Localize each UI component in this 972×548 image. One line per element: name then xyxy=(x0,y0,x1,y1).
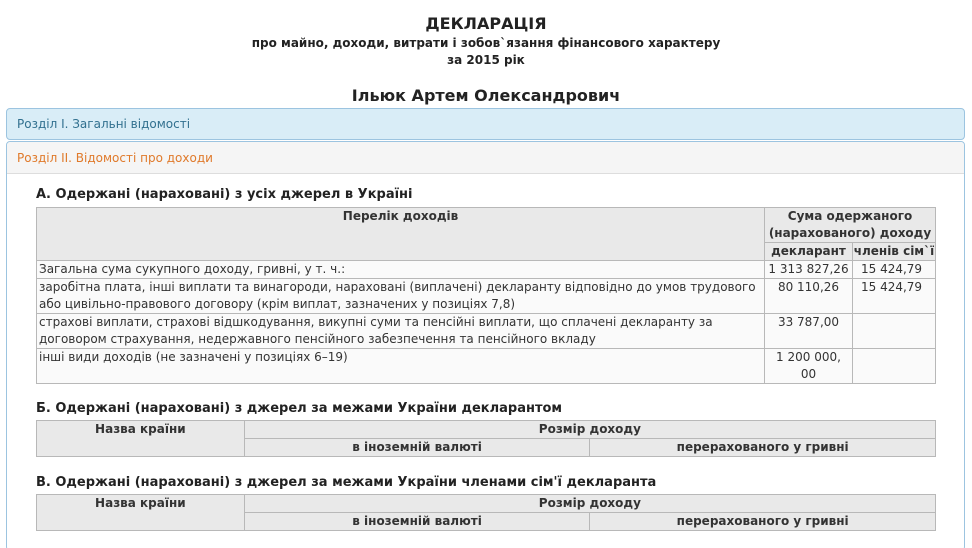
income-label: Загальна сума сукупного доходу, гривні, … xyxy=(35,260,766,279)
col-header-family: членів сім`ї xyxy=(851,242,937,261)
table-row: Загальна сума сукупного доходу, гривні, … xyxy=(35,260,937,279)
income-label: страхові виплати, страхові відшкодування… xyxy=(35,313,766,349)
col-header-income-sum: Сума одержаного (нарахованого) доходу xyxy=(764,207,936,243)
col-header-country: Назва країни xyxy=(36,494,245,531)
part-c-title: В. Одержані (нараховані) з джерел за меж… xyxy=(36,475,657,490)
income-family-value: 15 424,79 xyxy=(851,278,937,314)
declarant-name: Ільюк Артем Олександрович xyxy=(351,86,621,105)
document-subtitle: про майно, доходи, витрати і зобов`язанн… xyxy=(251,36,721,50)
income-abroad-declarant-table: Назва країни Розмір доходу в іноземній в… xyxy=(36,420,937,457)
income-declarant-value: 80 110,26 xyxy=(764,278,853,314)
document-year: за 2015 рік xyxy=(447,53,525,67)
col-header-income-list: Перелік доходів xyxy=(35,207,766,261)
col-header-foreign-currency: в іноземній валюті xyxy=(243,438,591,457)
col-header-country: Назва країни xyxy=(36,420,245,457)
income-abroad-family-table: Назва країни Розмір доходу в іноземній в… xyxy=(36,494,937,531)
income-family-value xyxy=(851,313,937,349)
income-declarant-value: 1 200 000, 00 xyxy=(764,348,853,384)
section-income-title[interactable]: Розділ ІІ. Відомості про доходи xyxy=(17,151,213,165)
income-declarant-value: 33 787,00 xyxy=(764,313,853,349)
section-general-panel[interactable]: Розділ І. Загальні відомості xyxy=(6,108,965,140)
col-header-declarant: декларант xyxy=(764,242,853,261)
col-header-foreign-currency: в іноземній валюті xyxy=(243,512,591,531)
income-family-value xyxy=(851,348,937,384)
part-a-title: А. Одержані (нараховані) з усіх джерел в… xyxy=(36,187,413,202)
part-b-title: Б. Одержані (нараховані) з джерел за меж… xyxy=(36,401,563,416)
income-ukraine-table: Перелік доходів Сума одержаного (нарахов… xyxy=(35,207,937,384)
income-label: заробітна плата, інші виплати та винагор… xyxy=(35,278,766,314)
income-label: інші види доходів (не зазначені у позиці… xyxy=(35,348,766,384)
table-row: страхові виплати, страхові відшкодування… xyxy=(35,313,937,349)
income-declarant-value: 1 313 827,26 xyxy=(764,260,853,279)
col-header-amount: Розмір доходу xyxy=(243,494,937,513)
table-row: інші види доходів (не зазначені у позиці… xyxy=(35,348,937,384)
section-income-header[interactable]: Розділ ІІ. Відомості про доходи xyxy=(7,142,964,174)
income-family-value: 15 424,79 xyxy=(851,260,937,279)
col-header-amount: Розмір доходу xyxy=(243,420,937,439)
document-title: ДЕКЛАРАЦІЯ xyxy=(425,14,547,33)
col-header-uah: перерахованого у гривні xyxy=(589,438,936,457)
col-header-uah: перерахованого у гривні xyxy=(589,512,936,531)
table-row: заробітна плата, інші виплати та винагор… xyxy=(35,278,937,314)
section-general-title[interactable]: Розділ І. Загальні відомості xyxy=(17,117,190,131)
